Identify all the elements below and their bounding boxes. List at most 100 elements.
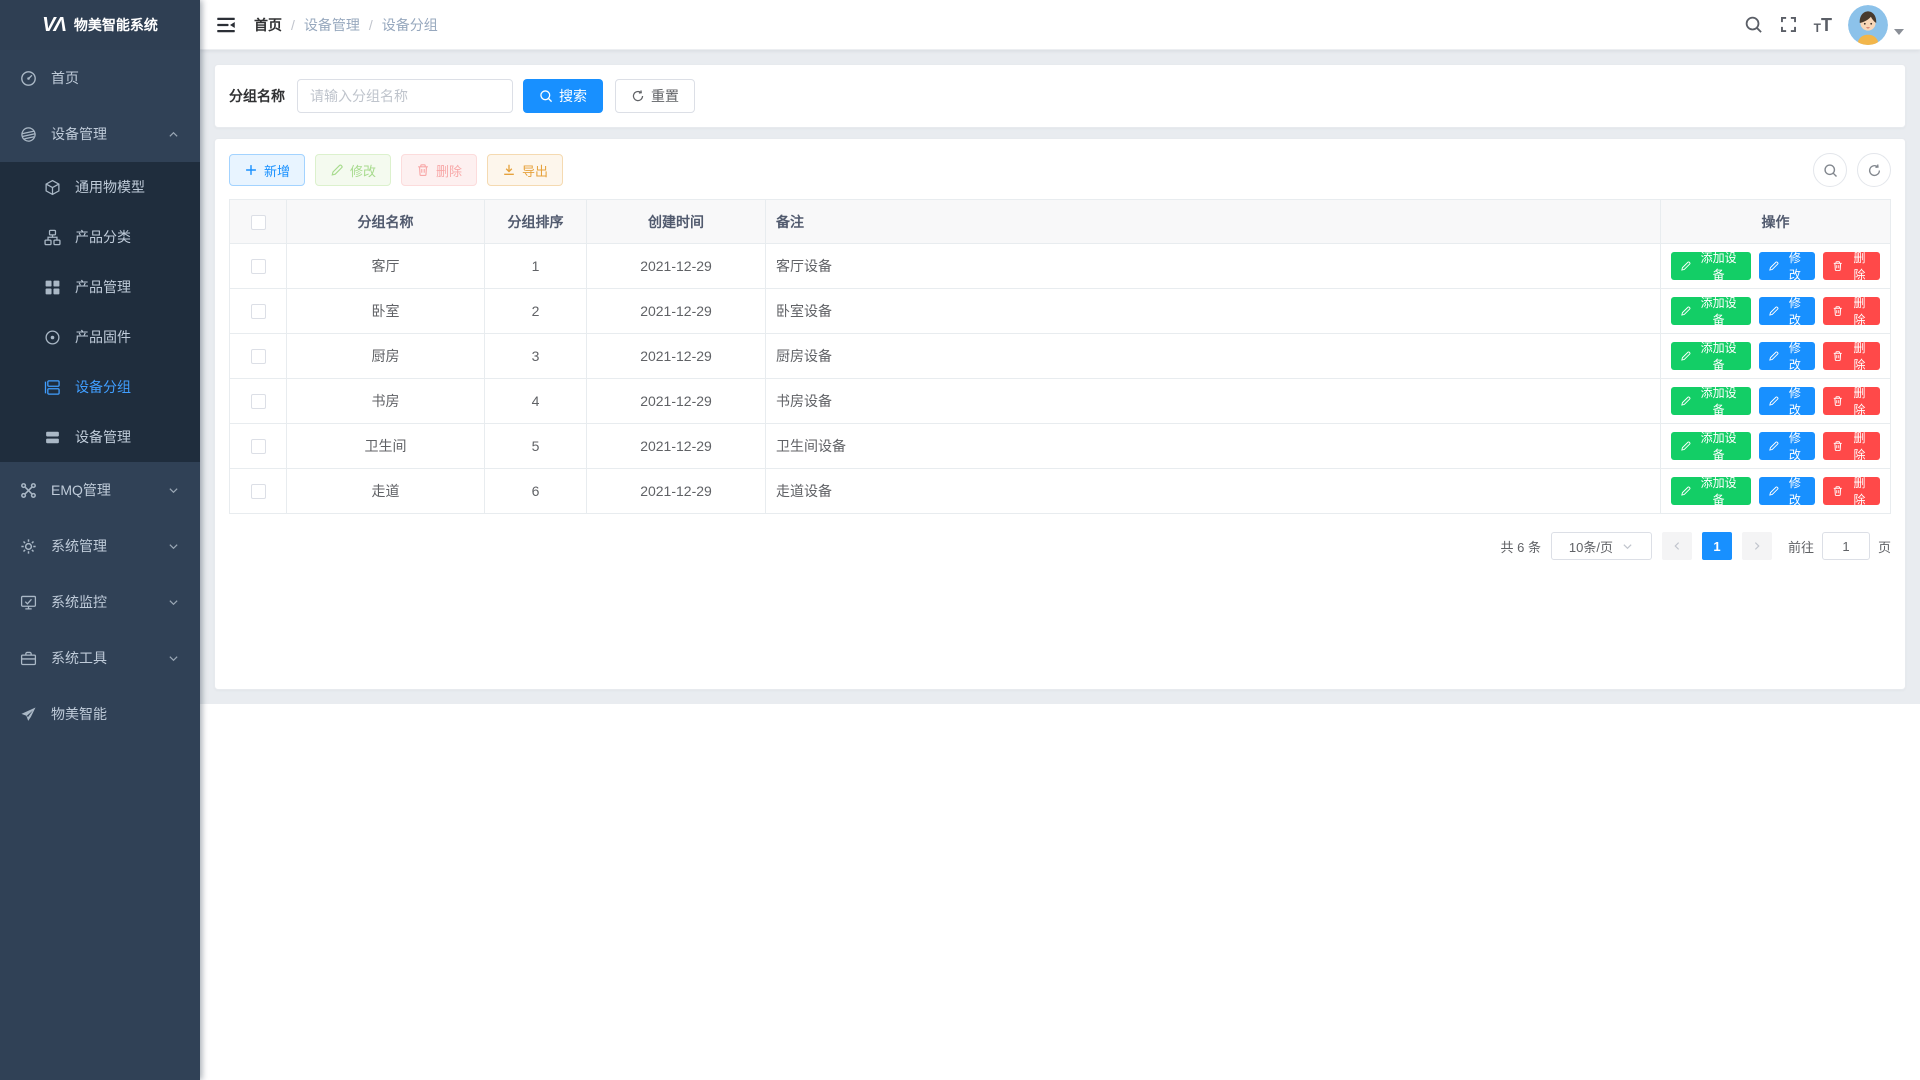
- add-device-button[interactable]: 添加设备: [1671, 342, 1751, 370]
- fullscreen-icon[interactable]: [1779, 15, 1798, 34]
- sidebar-item-system-manage[interactable]: 系统管理: [0, 518, 200, 574]
- sidebar-item-device-list[interactable]: 设备管理: [0, 412, 200, 462]
- sidebar-item-product-firmware[interactable]: 产品固件: [0, 312, 200, 362]
- row-delete-button[interactable]: 删除: [1823, 342, 1880, 370]
- sidebar-item-device-group[interactable]: 设备分组: [0, 362, 200, 412]
- cell-remark: 书房设备: [766, 379, 1661, 424]
- breadcrumb-home[interactable]: 首页: [254, 15, 282, 35]
- sidebar-item-brand[interactable]: 物美智能: [0, 686, 200, 742]
- breadcrumb-separator: /: [291, 17, 295, 33]
- sidebar-item-label: 首页: [51, 68, 180, 88]
- export-icon: [502, 163, 516, 177]
- edit-icon: [1680, 485, 1692, 497]
- add-device-button[interactable]: 添加设备: [1671, 477, 1751, 505]
- add-device-button[interactable]: 添加设备: [1671, 432, 1751, 460]
- group-name-input[interactable]: [297, 79, 513, 113]
- row-checkbox[interactable]: [251, 439, 266, 454]
- header-group-name: 分组名称: [287, 200, 485, 244]
- pagination: 共 6 条 10条/页 1 前往 页: [229, 532, 1891, 560]
- add-device-label: 添加设备: [1696, 384, 1742, 418]
- device-group-table: 分组名称 分组排序 创建时间 备注 操作 客厅 1 2021-12-29 客厅设…: [229, 199, 1891, 514]
- prev-page-button[interactable]: [1662, 532, 1692, 560]
- breadcrumb-separator: /: [369, 17, 373, 33]
- delete-icon: [1832, 350, 1844, 362]
- row-checkbox[interactable]: [251, 349, 266, 364]
- select-all-checkbox[interactable]: [251, 215, 266, 230]
- sidebar-item-label: 产品管理: [75, 277, 180, 297]
- sidebar-item-emq[interactable]: EMQ管理: [0, 462, 200, 518]
- goto-page-input[interactable]: [1822, 532, 1870, 560]
- cell-remark: 走道设备: [766, 469, 1661, 514]
- row-delete-button[interactable]: 删除: [1823, 477, 1880, 505]
- row-delete-label: 删除: [1848, 384, 1871, 418]
- toggle-search-button[interactable]: [1813, 153, 1847, 187]
- cell-group-order: 4: [485, 379, 587, 424]
- row-delete-button[interactable]: 删除: [1823, 432, 1880, 460]
- sidebar-item-common-model[interactable]: 通用物模型: [0, 162, 200, 212]
- export-button[interactable]: 导出: [487, 154, 563, 186]
- sidebar-menu: 首页 设备管理 通用物模型 产品分类 产品管理: [0, 50, 200, 742]
- page-size-select[interactable]: 10条/页: [1551, 532, 1652, 560]
- monitor-icon: [20, 594, 37, 611]
- row-edit-button[interactable]: 修改: [1759, 432, 1816, 460]
- sidebar-item-label: 系统工具: [51, 648, 167, 668]
- add-device-button[interactable]: 添加设备: [1671, 387, 1751, 415]
- sidebar-item-system-monitor[interactable]: 系统监控: [0, 574, 200, 630]
- chevron-down-icon: [1621, 540, 1634, 553]
- pagination-total: 共 6 条: [1501, 537, 1541, 556]
- search-icon[interactable]: [1744, 15, 1763, 34]
- add-device-label: 添加设备: [1696, 294, 1742, 328]
- row-delete-button[interactable]: 删除: [1823, 387, 1880, 415]
- edit-icon: [1680, 305, 1692, 317]
- dashboard-icon: [20, 70, 37, 87]
- next-page-button[interactable]: [1742, 532, 1772, 560]
- search-button[interactable]: 搜索: [523, 79, 603, 113]
- top-navbar: 首页 / 设备管理 / 设备分组 TT: [200, 0, 1920, 50]
- search-icon: [539, 89, 553, 103]
- reset-button[interactable]: 重置: [615, 79, 695, 113]
- sidebar-item-home[interactable]: 首页: [0, 50, 200, 106]
- row-checkbox[interactable]: [251, 394, 266, 409]
- add-button[interactable]: 新增: [229, 154, 305, 186]
- sidebar-item-label: 产品固件: [75, 327, 180, 347]
- toolbar-right: [1813, 153, 1891, 187]
- sidebar-item-label: 物美智能: [51, 704, 180, 724]
- user-menu[interactable]: [1848, 5, 1904, 45]
- header-remark: 备注: [766, 200, 1661, 244]
- row-checkbox[interactable]: [251, 484, 266, 499]
- row-delete-button[interactable]: 删除: [1823, 252, 1880, 280]
- delete-button-label: 删除: [436, 161, 462, 180]
- hamburger-icon[interactable]: [216, 15, 236, 35]
- add-device-button[interactable]: 添加设备: [1671, 252, 1751, 280]
- edit-button[interactable]: 修改: [315, 154, 391, 186]
- row-edit-button[interactable]: 修改: [1759, 252, 1816, 280]
- row-edit-button[interactable]: 修改: [1759, 387, 1816, 415]
- category-icon: [44, 229, 61, 246]
- row-checkbox[interactable]: [251, 304, 266, 319]
- sidebar-item-system-tools[interactable]: 系统工具: [0, 630, 200, 686]
- add-device-button[interactable]: 添加设备: [1671, 297, 1751, 325]
- cell-group-name: 走道: [287, 469, 485, 514]
- group-icon: [44, 379, 61, 396]
- font-size-icon[interactable]: TT: [1814, 16, 1832, 34]
- row-edit-button[interactable]: 修改: [1759, 342, 1816, 370]
- sidebar-item-product-manage[interactable]: 产品管理: [0, 262, 200, 312]
- caret-down-icon: [1894, 29, 1904, 35]
- sidebar-item-product-category[interactable]: 产品分类: [0, 212, 200, 262]
- delete-button[interactable]: 删除: [401, 154, 477, 186]
- refresh-icon: [1867, 163, 1882, 178]
- table-row: 书房 4 2021-12-29 书房设备 添加设备 修改 删除: [230, 379, 1891, 424]
- avatar[interactable]: [1848, 5, 1888, 45]
- sidebar-item-device-manage[interactable]: 设备管理: [0, 106, 200, 162]
- page-number-button[interactable]: 1: [1702, 532, 1732, 560]
- row-edit-button[interactable]: 修改: [1759, 297, 1816, 325]
- row-delete-button[interactable]: 删除: [1823, 297, 1880, 325]
- row-checkbox[interactable]: [251, 259, 266, 274]
- sidebar-item-label: 系统监控: [51, 592, 167, 612]
- edit-icon: [1680, 260, 1692, 272]
- refresh-button[interactable]: [1857, 153, 1891, 187]
- device-icon: [44, 429, 61, 446]
- row-delete-label: 删除: [1848, 339, 1871, 373]
- add-device-label: 添加设备: [1696, 474, 1742, 508]
- row-edit-button[interactable]: 修改: [1759, 477, 1816, 505]
